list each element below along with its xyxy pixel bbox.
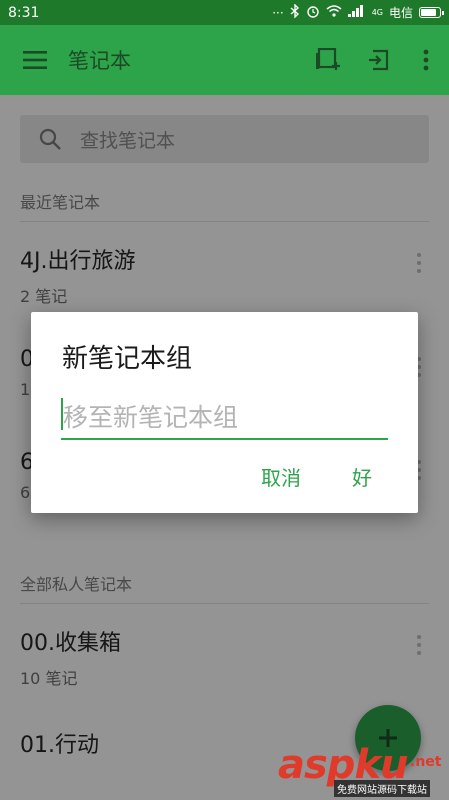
more-dots-icon: ··· [272, 5, 284, 20]
status-bar: 8:31 ··· 4G 电信 [0, 0, 449, 25]
network-type: 4G [371, 8, 383, 17]
stack-name-input[interactable]: 移至新笔记本组 [61, 392, 388, 440]
new-notebook-stack-icon[interactable] [303, 25, 353, 95]
text-cursor [61, 398, 63, 430]
hamburger-menu-icon[interactable] [0, 25, 70, 95]
battery-icon [419, 7, 444, 18]
ok-button[interactable]: 好 [352, 462, 372, 491]
page-title: 笔记本 [68, 49, 131, 73]
app-bar: 笔记本 [0, 25, 449, 95]
watermark-suffix: .net [410, 754, 442, 770]
signal-icon [347, 5, 366, 20]
bluetooth-icon [290, 3, 300, 21]
cancel-button[interactable]: 取消 [261, 462, 301, 491]
new-notebook-stack-dialog: 新笔记本组 移至新笔记本组 取消 好 [31, 312, 418, 513]
watermark: aspku .net 免费网站源码下载站 [278, 742, 449, 800]
wifi-icon [326, 5, 342, 20]
dialog-title: 新笔记本组 [62, 344, 193, 374]
input-underline [61, 438, 388, 440]
overflow-menu-icon[interactable] [403, 25, 449, 95]
status-icons: ··· 4G 电信 [272, 3, 444, 21]
move-to-stack-icon[interactable] [353, 25, 403, 95]
status-time: 8:31 [8, 4, 40, 21]
screen: 8:31 ··· 4G 电信 笔记本 查找笔记本 最近笔记本 4J.出行旅游 2… [0, 0, 449, 800]
alarm-icon [306, 4, 320, 21]
stack-name-placeholder: 移至新笔记本组 [63, 403, 239, 432]
carrier-name: 电信 [388, 6, 413, 20]
battery-fill [421, 9, 437, 16]
watermark-subtitle: 免费网站源码下载站 [334, 780, 430, 797]
